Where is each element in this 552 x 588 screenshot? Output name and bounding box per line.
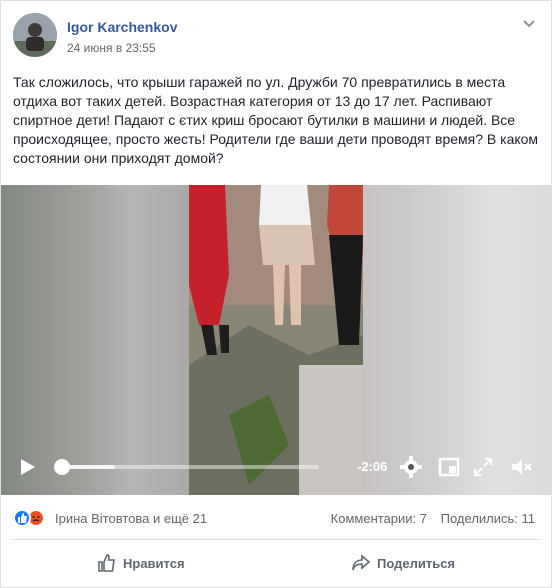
share-icon [352,554,371,571]
divider [13,539,539,540]
reaction-names[interactable]: Ірина Вітовтова и ещё 21 [55,511,207,526]
like-button[interactable]: Нравится [97,545,185,581]
share-label: Поделиться [377,555,456,571]
video-controls: -2:06 [1,439,551,495]
engagement-counts: Комментарии: 7 Поделились: 11 [321,511,535,526]
shares-count[interactable]: Поделились: 11 [441,511,535,526]
gear-icon[interactable] [399,455,423,479]
time-remaining: -2:06 [357,459,388,474]
author-avatar[interactable] [13,13,57,57]
play-icon[interactable] [17,457,37,477]
video-player[interactable]: -2:06 [1,185,551,495]
post-actions: Нравится Поделиться [13,545,539,581]
post-timestamp[interactable]: 24 июня в 23:55 [67,41,156,55]
like-icon [13,509,31,527]
fullscreen-icon[interactable] [471,455,495,479]
volume-muted-icon[interactable] [509,455,533,479]
like-label: Нравится [123,555,185,571]
post-stats: Ірина Вітовтова и ещё 21 Комментарии: 7 … [13,501,539,537]
author-name[interactable]: Igor Karchenkov [67,19,177,35]
thumbs-up-icon [98,554,115,572]
post-text: Так сложилось, что крыши гаражей по ул. … [13,74,539,166]
chevron-down-icon[interactable] [521,15,537,31]
share-button[interactable]: Поделиться [351,545,455,581]
post-header: Igor Karchenkov 24 июня в 23:55 [13,13,539,63]
comments-count[interactable]: Комментарии: 7 [331,511,427,526]
picture-in-picture-icon[interactable] [437,455,461,479]
post-card: Igor Karchenkov 24 июня в 23:55 Так слож… [0,0,552,588]
progress-scrubber[interactable] [54,459,70,475]
